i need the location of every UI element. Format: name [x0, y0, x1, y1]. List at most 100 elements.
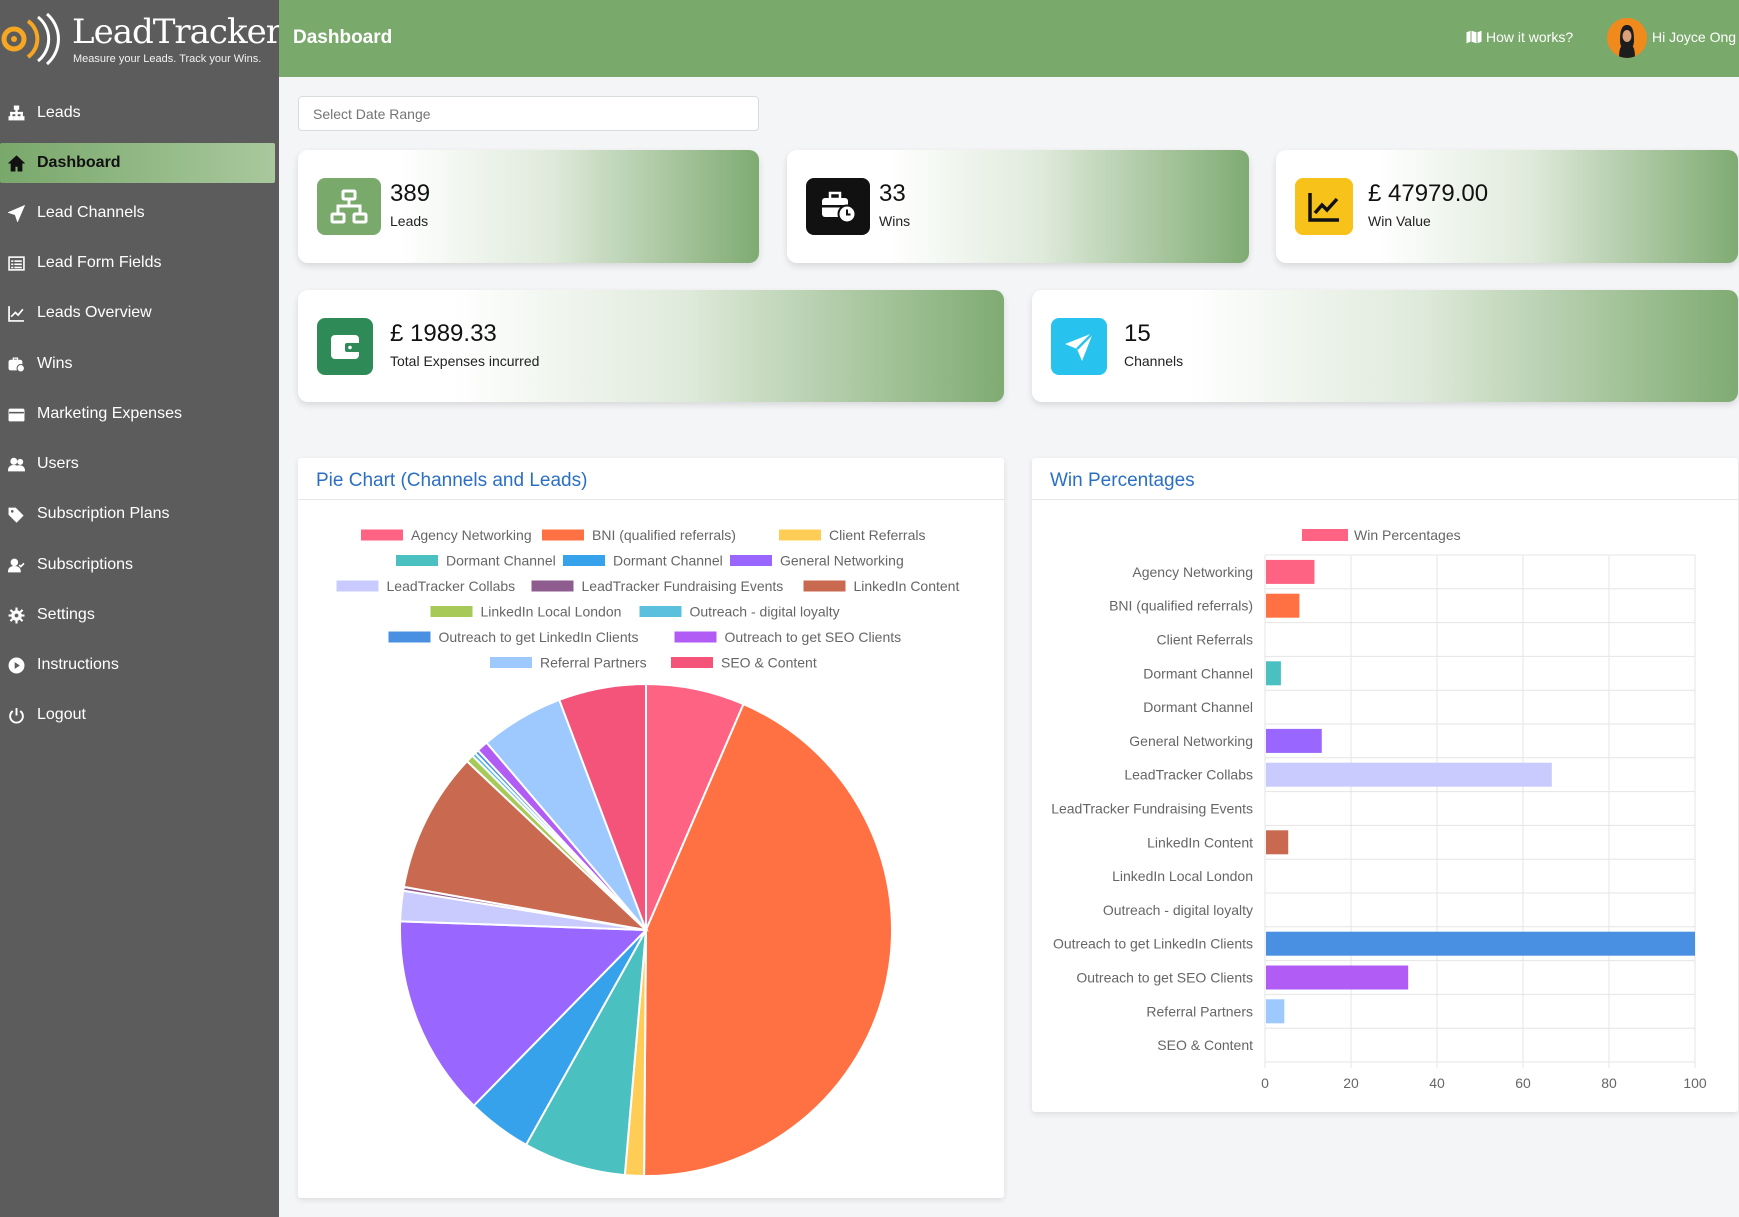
legend-label: BNI (qualified referrals) [592, 527, 736, 543]
legend-item[interactable]: Dormant Channel [396, 553, 556, 569]
sidebar-item-label: Leads [37, 104, 81, 121]
y-tick-label: BNI (qualified referrals) [1109, 598, 1253, 614]
sidebar-item-label: Leads Overview [37, 304, 152, 321]
legend-item[interactable]: SEO & Content [671, 655, 817, 671]
sidebar-item-subscriptions[interactable]: Subscriptions [0, 545, 275, 585]
sidebar-item-label: Subscription Plans [37, 505, 170, 522]
legend-item[interactable]: Dormant Channel [563, 553, 723, 569]
legend-item[interactable]: Outreach - digital loyalty [639, 604, 840, 620]
legend-item[interactable]: Outreach to get LinkedIn Clients [388, 629, 639, 645]
legend-item[interactable]: Outreach to get SEO Clients [674, 629, 902, 645]
x-tick-label: 20 [1343, 1075, 1359, 1091]
users-icon [7, 455, 25, 473]
sidebar-item-lead-channels[interactable]: Lead Channels [0, 193, 275, 233]
stat-card-wins: 33 Wins [787, 150, 1249, 263]
sidebar-item-wins[interactable]: Wins [0, 344, 275, 384]
legend-label: Outreach to get SEO Clients [725, 629, 902, 645]
legend-label: General Networking [780, 553, 904, 569]
sidebar-item-subscription-plans[interactable]: Subscription Plans [0, 494, 275, 534]
legend-label: Outreach - digital loyalty [690, 604, 840, 620]
legend-label: Agency Networking [411, 527, 532, 543]
legend-swatch [336, 580, 379, 592]
home-icon [7, 154, 25, 172]
sidebar-item-label: Lead Form Fields [37, 254, 162, 271]
bar[interactable] [1266, 661, 1281, 686]
briefcase-clock-icon [7, 355, 25, 373]
legend-label: Client Referrals [829, 527, 925, 543]
power-icon [7, 706, 25, 724]
sidebar-item-label: Wins [37, 355, 73, 372]
user-check-icon [7, 556, 25, 574]
bar[interactable] [1266, 999, 1285, 1024]
legend-swatch [779, 529, 821, 541]
how-it-works-link[interactable]: How it works? [1466, 29, 1573, 45]
tags-icon [7, 505, 25, 523]
bar-chart-panel: Win Percentages Win Percentages 0 20 40 60 80… [1032, 458, 1738, 1112]
x-tick-label: 60 [1515, 1075, 1531, 1091]
legend-swatch [430, 606, 473, 617]
legend-swatch [671, 657, 713, 668]
y-tick-label: LeadTracker Collabs [1124, 767, 1253, 783]
sidebar-item-lead-form-fields[interactable]: Lead Form Fields [0, 243, 275, 283]
y-tick-label: Outreach to get SEO Clients [1076, 970, 1253, 986]
date-range-input[interactable] [298, 96, 759, 131]
how-it-works-label: How it works? [1486, 29, 1574, 45]
sidebar-item-leads[interactable]: Leads [0, 93, 275, 133]
y-tick-label: General Networking [1129, 733, 1253, 749]
stat-label: Leads [390, 213, 429, 229]
stat-value: £ 47979.00 [1368, 180, 1489, 207]
legend-item[interactable]: LinkedIn Content [803, 578, 960, 594]
avatar[interactable] [1607, 18, 1647, 58]
sidebar-item-label: Lead Channels [37, 204, 145, 221]
stat-value: 33 [879, 180, 906, 207]
y-tick-label: SEO & Content [1157, 1037, 1253, 1053]
sidebar-item-logout[interactable]: Logout [0, 695, 275, 735]
legend-label: LinkedIn Content [854, 578, 960, 594]
bar[interactable] [1266, 830, 1289, 855]
legend-swatch [674, 631, 717, 643]
legend-item[interactable]: LinkedIn Local London [430, 604, 622, 620]
brand[interactable]: LeadTracker Measure your Leads. Track yo… [0, 0, 282, 78]
legend-item[interactable]: Win Percentages [1302, 527, 1461, 543]
stat-value: 15 [1124, 320, 1151, 347]
y-tick-label: Dormant Channel [1143, 699, 1253, 715]
legend-swatch [542, 529, 584, 541]
sidebar-item-dashboard[interactable]: Dashboard [0, 143, 275, 183]
sidebar-item-leads-overview[interactable]: Leads Overview [0, 293, 275, 333]
stat-label: Channels [1124, 353, 1184, 369]
top-header: Dashboard How it works? Hi Joyce Ong [279, 0, 1739, 77]
sidebar-item-label: Settings [37, 606, 95, 623]
bar[interactable] [1266, 559, 1315, 584]
bar[interactable] [1266, 593, 1300, 618]
bar[interactable] [1266, 728, 1322, 753]
y-tick-label: Dormant Channel [1143, 665, 1253, 681]
list-icon [7, 254, 25, 272]
sidebar-item-instructions[interactable]: Instructions [0, 645, 275, 685]
sidebar-item-users[interactable]: Users [0, 444, 275, 484]
stat-label: Win Value [1368, 213, 1431, 229]
legend-label: LinkedIn Local London [481, 604, 622, 620]
bar[interactable] [1266, 762, 1552, 787]
sidebar-item-label: Instructions [37, 656, 119, 673]
legend-item[interactable]: Client Referrals [779, 527, 925, 543]
legend-swatch [639, 606, 682, 617]
legend-item[interactable]: Referral Partners [490, 655, 647, 671]
bar[interactable] [1266, 965, 1409, 990]
user-greeting[interactable]: Hi Joyce Ong [1652, 29, 1736, 45]
sidebar-item-settings[interactable]: Settings [0, 595, 275, 635]
bar[interactable] [1266, 931, 1695, 956]
legend-swatch [396, 555, 438, 566]
legend-item[interactable]: Agency Networking [361, 527, 532, 543]
legend-item[interactable]: BNI (qualified referrals) [542, 527, 736, 543]
sidebar-item-label: Logout [37, 706, 86, 723]
legend-item[interactable]: General Networking [730, 553, 904, 569]
logo-icon [1, 12, 60, 66]
pie-chart: Agency Networking BNI (qualified referral… [336, 527, 960, 1177]
legend-item[interactable]: LeadTracker Fundraising Events [531, 578, 784, 594]
legend-item[interactable]: LeadTracker Collabs [336, 578, 516, 594]
page-title: Dashboard [293, 27, 393, 48]
sidebar-item-marketing-expenses[interactable]: Marketing Expenses [0, 394, 275, 434]
x-tick-label: 40 [1429, 1075, 1445, 1091]
legend-label: Dormant Channel [613, 553, 723, 569]
legend-swatch [730, 555, 772, 566]
